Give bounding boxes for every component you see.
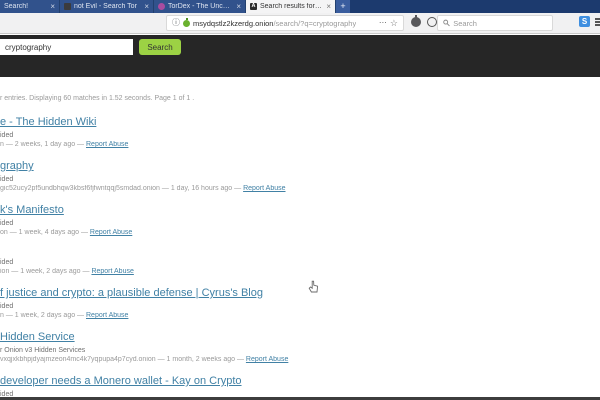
bookmark-star-icon[interactable]: ☆ bbox=[390, 19, 398, 28]
report-abuse-link[interactable]: Report Abuse bbox=[91, 268, 133, 275]
result-url-line: gic52ucy2pf5undbhqw3kbsf6fjfwntqqj5smdad… bbox=[0, 185, 590, 193]
search-icon bbox=[443, 19, 450, 27]
tabbar-empty-space bbox=[350, 0, 600, 13]
search-result: f justice and crypto: a plausible defens… bbox=[0, 283, 590, 320]
result-url-line: on — 1 week, 4 days ago — Report Abuse bbox=[0, 229, 590, 237]
result-description: ided bbox=[0, 176, 590, 184]
result-url-line: vxqjxkbhpjdyajmzeon4mc4k7yqpupa4p7cyd.on… bbox=[0, 356, 590, 364]
search-result: Hidden Service r Onion v3 Hidden Service… bbox=[0, 327, 590, 364]
result-description: ided bbox=[0, 303, 590, 311]
close-icon[interactable]: × bbox=[326, 3, 331, 11]
onion-circuit-icon[interactable] bbox=[183, 20, 190, 27]
tab-search-results-active[interactable]: A Search results for cryptography × bbox=[246, 0, 336, 13]
result-title-link[interactable]: f justice and crypto: a plausible defens… bbox=[0, 287, 263, 299]
result-url-line: n — 1 week, 2 days ago — Report Abuse bbox=[0, 312, 590, 320]
new-tab-button[interactable]: + bbox=[336, 0, 350, 13]
url-bar[interactable]: ⓘ msydqstlz2kzerdg.onion/search/?q=crypt… bbox=[166, 15, 404, 31]
report-abuse-link[interactable]: Report Abuse bbox=[86, 312, 128, 319]
url-text: msydqstlz2kzerdg.onion/search/?q=cryptog… bbox=[193, 19, 356, 28]
result-meta: ion — 1 week, 2 days ago — bbox=[0, 268, 91, 275]
tordex-favicon-icon bbox=[158, 3, 165, 10]
tab-title: not Evil - Search Tor bbox=[74, 3, 141, 10]
close-icon[interactable]: × bbox=[144, 3, 149, 11]
tab-title: Search results for cryptography bbox=[260, 3, 323, 10]
result-title-link[interactable]: e - The Hidden Wiki bbox=[0, 116, 96, 128]
result-title-link[interactable]: k's Manifesto bbox=[0, 204, 64, 216]
toolbar-search[interactable] bbox=[437, 15, 553, 31]
result-description: ided bbox=[0, 220, 590, 228]
hamburger-menu-icon[interactable] bbox=[595, 18, 600, 20]
result-description: r Onion v3 Hidden Services bbox=[0, 347, 590, 355]
search-results-page: r entries. Displaying 60 matches in 1.52… bbox=[0, 77, 600, 397]
result-meta: vxqjxkbhpjdyajmzeon4mc4k7yqpupa4p7cyd.on… bbox=[0, 356, 246, 363]
site-search-input[interactable] bbox=[0, 39, 133, 55]
torbutton-onion-icon[interactable] bbox=[411, 17, 421, 27]
results-list: e - The Hidden Wiki ided n — 2 weeks, 1 … bbox=[0, 112, 590, 397]
result-description: ided bbox=[0, 259, 590, 267]
not-evil-favicon-icon bbox=[64, 3, 71, 10]
report-abuse-link[interactable]: Report Abuse bbox=[246, 356, 288, 363]
ahmia-favicon-icon: A bbox=[250, 3, 257, 10]
report-abuse-link[interactable]: Report Abuse bbox=[90, 229, 132, 236]
result-title-link[interactable]: graphy bbox=[0, 160, 34, 172]
search-result: developer needs a Monero wallet - Kay on… bbox=[0, 371, 590, 397]
site-header: Search ics Add Service I2p search bbox=[0, 35, 600, 77]
result-title-link[interactable]: Hidden Service bbox=[0, 331, 75, 343]
search-result: graphy ided gic52ucy2pf5undbhqw3kbsf6fjf… bbox=[0, 156, 590, 193]
url-path: /search/?q=cryptography bbox=[273, 19, 356, 28]
report-abuse-link[interactable]: Report Abuse bbox=[86, 141, 128, 148]
result-meta: on — 1 week, 4 days ago — bbox=[0, 229, 90, 236]
result-title-link[interactable]: developer needs a Monero wallet - Kay on… bbox=[0, 375, 242, 387]
tab-bar: Search! × not Evil - Search Tor × TorDex… bbox=[0, 0, 600, 13]
result-description: ided bbox=[0, 132, 590, 140]
report-abuse-link[interactable]: Report Abuse bbox=[243, 185, 285, 192]
tab-tordex[interactable]: TorDex - The Uncensored Tor Se × bbox=[154, 0, 246, 13]
results-summary: r entries. Displaying 60 matches in 1.52… bbox=[0, 95, 590, 103]
tab-title: Search! bbox=[4, 3, 47, 10]
close-icon[interactable]: × bbox=[236, 3, 241, 11]
page-actions-icon[interactable]: ⋯ bbox=[379, 19, 387, 27]
url-domain: msydqstlz2kzerdg.onion bbox=[193, 19, 273, 28]
site-search-button[interactable]: Search bbox=[139, 39, 181, 55]
tab-title: TorDex - The Uncensored Tor Se bbox=[168, 3, 233, 10]
search-result: k's Manifesto ided on — 1 week, 4 days a… bbox=[0, 200, 590, 237]
result-url-line: n — 2 weeks, 1 day ago — Report Abuse bbox=[0, 141, 590, 149]
https-everywhere-icon[interactable] bbox=[427, 17, 437, 27]
site-info-icon[interactable]: ⓘ bbox=[172, 19, 180, 27]
search-result: e - The Hidden Wiki ided n — 2 weeks, 1 … bbox=[0, 112, 590, 149]
tab-not-evil[interactable]: not Evil - Search Tor × bbox=[60, 0, 154, 13]
tab-search[interactable]: Search! × bbox=[0, 0, 60, 13]
toolbar-search-input[interactable] bbox=[453, 19, 547, 28]
noscript-icon[interactable]: S bbox=[579, 16, 590, 27]
result-meta: gic52ucy2pf5undbhqw3kbsf6fjfwntqqj5smdad… bbox=[0, 185, 243, 192]
result-url-line: ion — 1 week, 2 days ago — Report Abuse bbox=[0, 268, 590, 276]
result-meta: n — 2 weeks, 1 day ago — bbox=[0, 141, 86, 148]
result-meta: n — 1 week, 2 days ago — bbox=[0, 312, 86, 319]
close-icon[interactable]: × bbox=[50, 3, 55, 11]
search-result: ided ion — 1 week, 2 days ago — Report A… bbox=[0, 244, 590, 276]
